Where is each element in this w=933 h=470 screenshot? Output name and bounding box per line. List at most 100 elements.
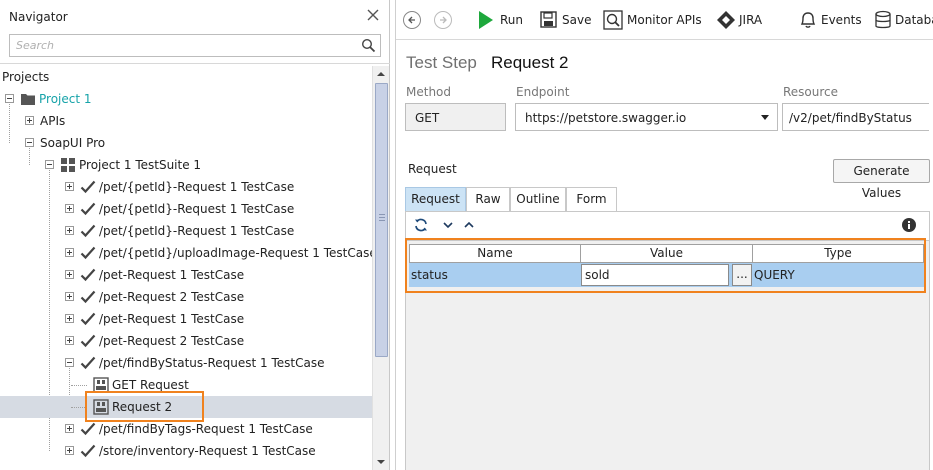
check-icon: [80, 312, 96, 326]
scroll-up-button[interactable]: [373, 66, 389, 82]
tree-item[interactable]: /pet-Request 2 TestCase: [0, 330, 372, 352]
arrow-left-icon: [408, 16, 415, 24]
expand-icon[interactable]: [65, 292, 74, 301]
jira-button[interactable]: JIRA: [716, 10, 764, 30]
collapse-icon[interactable]: [25, 138, 34, 147]
expand-icon[interactable]: [65, 248, 74, 257]
collapse-icon[interactable]: [45, 160, 54, 169]
expand-icon[interactable]: [65, 314, 74, 323]
resource-field[interactable]: /v2/pet/findByStatus: [782, 103, 929, 131]
table-row[interactable]: status sold ... QUERY: [409, 263, 924, 287]
scrollbar-thumb[interactable]: [375, 83, 388, 357]
expand-icon[interactable]: [65, 182, 74, 191]
tree-item[interactable]: /pet/{petId}-Request 1 TestCase: [0, 198, 372, 220]
tree-item[interactable]: /pet/{petId}/uploadImage-Request 1 TestC…: [0, 242, 372, 264]
tab-form[interactable]: Form: [566, 187, 617, 212]
tree-item-label: Request 2: [112, 400, 173, 414]
tree-item[interactable]: /store/inventory-Request 1 TestCase: [0, 440, 372, 462]
search-icon[interactable]: [361, 38, 376, 53]
forward-button[interactable]: [434, 11, 452, 29]
method-value: GET: [415, 111, 440, 125]
database-button[interactable]: Databa: [873, 10, 933, 30]
collapse-icon[interactable]: [5, 94, 14, 103]
refresh-icon[interactable]: [413, 217, 429, 233]
column-header-value[interactable]: Value: [580, 244, 753, 263]
tree-item[interactable]: /pet/{petId}-Request 1 TestCase: [0, 176, 372, 198]
tree-item[interactable]: /pet-Request 2 TestCase: [0, 286, 372, 308]
parameters-grid: Name Value Type status sold ... QUERY: [406, 240, 929, 470]
tree-item[interactable]: Project 1 TestSuite 1: [0, 154, 372, 176]
save-button[interactable]: Save: [539, 10, 592, 30]
expand-icon[interactable]: [65, 204, 74, 213]
navigator-title: Navigator: [9, 10, 68, 24]
monitor-apis-button[interactable]: Monitor APIs: [603, 10, 702, 30]
chevron-up-icon[interactable]: [461, 217, 477, 233]
grid-header: Name Value Type: [409, 244, 924, 263]
tree-item[interactable]: /pet-Request 1 TestCase: [0, 264, 372, 286]
param-type-cell[interactable]: QUERY: [754, 263, 795, 287]
database-label: Databa: [895, 13, 933, 27]
tree-item[interactable]: GET Request: [0, 374, 372, 396]
chevron-down-icon[interactable]: [761, 115, 769, 120]
tab-request[interactable]: Request: [405, 187, 466, 212]
check-icon: [80, 356, 96, 370]
endpoint-select[interactable]: https://petstore.swagger.io: [515, 103, 778, 131]
request-editor: Name Value Type status sold ... QUERY: [405, 211, 930, 470]
column-header-type[interactable]: Type: [752, 244, 924, 263]
tree-item-label: /pet/findByTags-Request 1 TestCase: [99, 422, 313, 436]
column-header-name[interactable]: Name: [409, 244, 581, 263]
expand-icon[interactable]: [65, 336, 74, 345]
expand-icon[interactable]: [65, 270, 74, 279]
chevron-down-icon[interactable]: [440, 217, 456, 233]
tree-item[interactable]: APIs: [0, 110, 372, 132]
toolbar: Run Save Monitor APIs JIRA Events Datab: [396, 0, 933, 40]
check-icon: [80, 246, 96, 260]
endpoint-value: https://petstore.swagger.io: [525, 111, 687, 125]
tree-item[interactable]: /pet-Request 1 TestCase: [0, 308, 372, 330]
tab-raw[interactable]: Raw: [466, 187, 510, 212]
tree-item[interactable]: Request 2: [0, 396, 372, 418]
method-label: Method: [406, 85, 452, 99]
browse-button[interactable]: ...: [732, 264, 752, 286]
param-value: sold: [585, 268, 610, 282]
expand-icon[interactable]: [65, 446, 74, 455]
tree-item[interactable]: /pet/findByTags-Request 1 TestCase: [0, 418, 372, 440]
folder-icon: [21, 94, 35, 105]
thumb-grip: [379, 214, 385, 215]
arrow-down-icon: [377, 460, 385, 464]
database-icon: [875, 10, 891, 29]
expand-icon[interactable]: [25, 116, 34, 125]
search-input[interactable]: [16, 37, 356, 54]
check-icon: [80, 268, 96, 282]
tree-item[interactable]: /pet/{petId}-Request 1 TestCase: [0, 220, 372, 242]
request-step-icon: [93, 399, 109, 415]
tree-item-label: /pet/{petId}-Request 1 TestCase: [99, 180, 295, 194]
tree-item[interactable]: SoapUI Pro: [0, 132, 372, 154]
collapse-icon[interactable]: [65, 358, 74, 367]
editor-toolbar: [406, 212, 929, 238]
close-icon[interactable]: [364, 6, 382, 24]
tree-item-label: SoapUI Pro: [40, 136, 106, 150]
events-button[interactable]: Events: [798, 10, 862, 30]
play-icon: [479, 11, 493, 29]
scroll-down-button[interactable]: [373, 454, 389, 470]
check-icon: [80, 180, 96, 194]
tree-item-label: GET Request: [112, 378, 189, 392]
info-icon[interactable]: [901, 217, 917, 233]
back-button[interactable]: [403, 11, 421, 29]
navigator-scrollbar[interactable]: [372, 66, 389, 470]
events-label: Events: [821, 13, 862, 27]
tree-item[interactable]: Project 1: [0, 88, 372, 110]
resource-label: Resource: [783, 85, 839, 99]
expand-icon[interactable]: [65, 226, 74, 235]
param-name-cell[interactable]: status: [411, 263, 448, 287]
app-window: Navigator Projects Project 1 APIs SoapUI P…: [0, 0, 933, 470]
expand-icon[interactable]: [65, 424, 74, 433]
run-button[interactable]: Run: [476, 10, 524, 30]
tree-item[interactable]: /pet/findByStatus-Request 1 TestCase: [0, 352, 372, 374]
save-label: Save: [562, 13, 592, 27]
method-field[interactable]: GET: [405, 103, 506, 131]
param-value-input[interactable]: sold: [581, 264, 729, 286]
generate-values-button[interactable]: Generate Values: [833, 159, 930, 200]
tab-outline[interactable]: Outline: [510, 187, 566, 212]
